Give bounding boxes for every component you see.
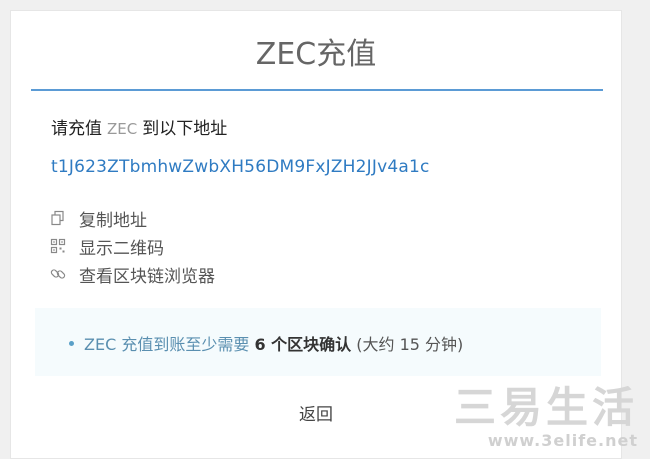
copy-address-button[interactable]: 复制地址	[49, 204, 215, 232]
instruction-suffix: 到以下地址	[142, 119, 228, 139]
watermark-url: www.3elife.net	[487, 431, 638, 450]
watermark: 三易生活 www.3elife.net	[418, 385, 638, 453]
instruction-coin: ZEC	[107, 120, 138, 138]
show-qrcode-label: 显示二维码	[79, 238, 164, 259]
bullet-icon	[69, 341, 74, 346]
copy-icon	[49, 209, 67, 227]
link-icon	[49, 265, 67, 283]
deposit-address[interactable]: t1J623ZTbmhwZwbXH56DM9FxJZH2JJv4a1c	[51, 157, 430, 177]
watermark-logo: 三易生活	[453, 383, 638, 432]
qrcode-icon	[49, 237, 67, 255]
show-qrcode-button[interactable]: 显示二维码	[49, 232, 215, 260]
notice-part1: ZEC 充值到账至少需要	[84, 335, 250, 354]
notice-part2: 6 个区块确认	[254, 335, 352, 354]
confirmation-notice: ZEC 充值到账至少需要 6 个区块确认 (大约 15 分钟)	[35, 308, 601, 376]
instruction-prefix: 请充值	[51, 119, 102, 139]
dialog-title: ZEC充值	[255, 37, 377, 72]
notice-item: ZEC 充值到账至少需要 6 个区块确认 (大约 15 分钟)	[69, 331, 463, 355]
copy-address-label: 复制地址	[79, 210, 147, 231]
notice-part3: (大约 15 分钟)	[356, 335, 464, 354]
title-divider	[31, 89, 603, 91]
view-explorer-button[interactable]: 查看区块链浏览器	[49, 260, 215, 288]
address-actions: 复制地址 显示二维码 查看区块链浏览器	[49, 204, 215, 288]
instruction-text: 请充值 ZEC 到以下地址	[51, 114, 227, 139]
view-explorer-label: 查看区块链浏览器	[79, 266, 215, 287]
